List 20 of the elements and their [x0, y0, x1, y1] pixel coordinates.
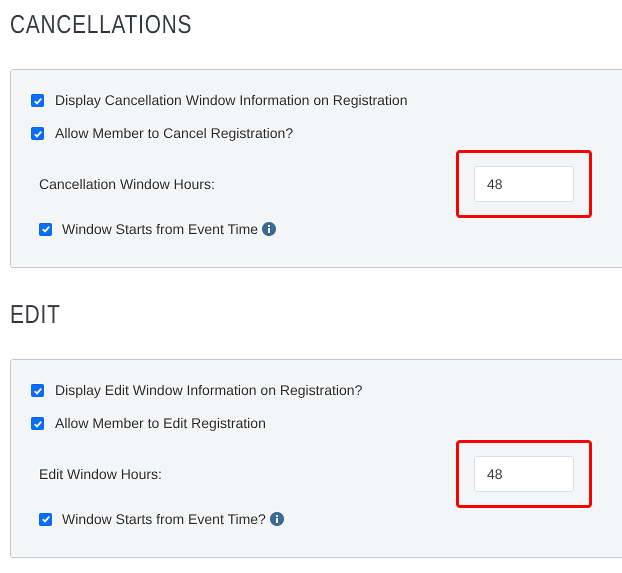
checkbox-label: Window Starts from Event Time? [62, 510, 266, 528]
section-heading: CANCELLATIONS [10, 8, 192, 40]
info-icon[interactable] [270, 512, 284, 526]
checkbox[interactable] [39, 222, 52, 236]
checkbox-label: Window Starts from Event Time [62, 220, 258, 238]
info-icon[interactable] [262, 222, 276, 236]
checkbox-label: Allow Member to Edit Registration [55, 414, 266, 433]
checkbox-label: Allow Member to Cancel Registration? [55, 124, 294, 143]
checkbox-label: Display Edit Window Information on Registration? [55, 381, 362, 400]
field-label: Edit Window Hours: [39, 464, 163, 484]
checkbox[interactable] [31, 384, 44, 397]
checkbox-label: Display Cancellation Window Information on Registration [55, 91, 408, 110]
checkbox[interactable] [31, 94, 44, 107]
hours-field[interactable]: 48 [474, 166, 574, 202]
checkbox[interactable] [31, 417, 44, 430]
checkbox[interactable] [31, 127, 44, 140]
section-heading: EDIT [10, 298, 61, 330]
hours-field[interactable]: 48 [474, 456, 574, 492]
checkbox[interactable] [39, 512, 52, 526]
field-label: Cancellation Window Hours: [39, 174, 216, 194]
